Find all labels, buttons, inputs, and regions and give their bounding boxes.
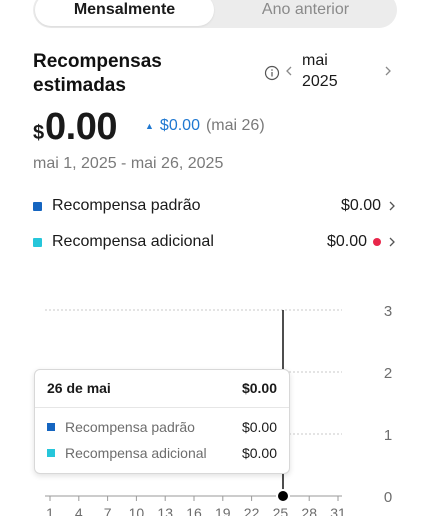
legend-label: Recompensa adicional [52, 233, 214, 250]
delta-value: $0.00 [159, 117, 200, 134]
info-icon[interactable] [264, 65, 280, 81]
month-selector[interactable]: mai 2025 [302, 50, 338, 92]
chart-tooltip: 26 de mai $0.00 Recompensa padrão $0.00 … [34, 369, 290, 474]
x-tick-label: 16 [186, 505, 202, 516]
amount-value: 0.00 [45, 106, 117, 148]
legend-row-additional[interactable]: Recompensa adicional $0.00 [33, 229, 397, 255]
additional-color-swatch [47, 449, 55, 457]
y-tick-label: 2 [384, 365, 392, 382]
title-line-1: Recompensas [33, 51, 162, 72]
period-segmented-control: Mensalmente Ano anterior [33, 0, 397, 28]
tooltip-row-label: Recompensa adicional [65, 445, 207, 461]
standard-color-swatch [47, 423, 55, 431]
x-tick-label: 19 [215, 505, 231, 516]
tooltip-total: $0.00 [241, 380, 277, 396]
x-tick-label: 13 [157, 505, 173, 516]
currency-symbol: $ [33, 122, 45, 144]
next-month-chevron-icon[interactable] [382, 63, 394, 79]
chevron-right-icon [389, 237, 395, 247]
tooltip-divider [35, 407, 289, 408]
delta-date: (mai 26) [205, 117, 265, 134]
previous-year-tab[interactable]: Ano anterior [216, 0, 395, 26]
tooltip-date: 26 de mai [47, 380, 111, 396]
x-tick-label: 10 [129, 505, 145, 516]
monthly-tab[interactable]: Mensalmente [35, 0, 214, 26]
x-tick-label: 7 [104, 505, 112, 516]
chevron-right-icon [389, 201, 395, 211]
period-toggle-bar: Mensalmente Ano anterior [0, 0, 430, 36]
y-tick-label: 3 [384, 303, 392, 320]
year-label: 2025 [302, 73, 338, 90]
tooltip-row-value: $0.00 [241, 445, 277, 461]
legend-label: Recompensa padrão [52, 197, 201, 214]
previous-month-chevron-icon[interactable] [283, 63, 295, 79]
tooltip-row-additional: Recompensa adicional $0.00 [47, 443, 277, 463]
page-title: Recompensas estimadas [33, 50, 233, 98]
month-label: mai [302, 52, 328, 69]
alert-dot-icon [373, 238, 381, 246]
date-range: mai 1, 2025 - mai 26, 2025 [33, 155, 224, 172]
x-tick-label: 31 [330, 505, 346, 516]
selection-dot [276, 489, 290, 503]
tooltip-header: 26 de mai $0.00 [47, 380, 277, 400]
standard-color-swatch [33, 201, 42, 211]
x-tick-label: 25 [273, 505, 289, 516]
legend-value: $0.00 [340, 197, 381, 214]
tooltip-row-value: $0.00 [241, 419, 277, 435]
legend-row-standard[interactable]: Recompensa padrão $0.00 [33, 193, 397, 219]
legend-value: $0.00 [326, 233, 367, 250]
additional-color-swatch [33, 237, 42, 247]
up-triangle-icon: ▲ [145, 121, 154, 131]
title-line-2: estimadas [33, 75, 126, 96]
tooltip-row-standard: Recompensa padrão $0.00 [47, 417, 277, 437]
tooltip-row-label: Recompensa padrão [65, 419, 195, 435]
x-tick-label: 28 [301, 505, 317, 516]
y-tick-label: 1 [384, 427, 392, 444]
x-tick-label: 22 [244, 505, 260, 516]
amount-delta: ▲ $0.00 (mai 26) [145, 117, 265, 135]
x-tick-label: 1 [46, 505, 54, 516]
x-tick-label: 4 [75, 505, 83, 516]
y-tick-label: 0 [384, 489, 392, 506]
